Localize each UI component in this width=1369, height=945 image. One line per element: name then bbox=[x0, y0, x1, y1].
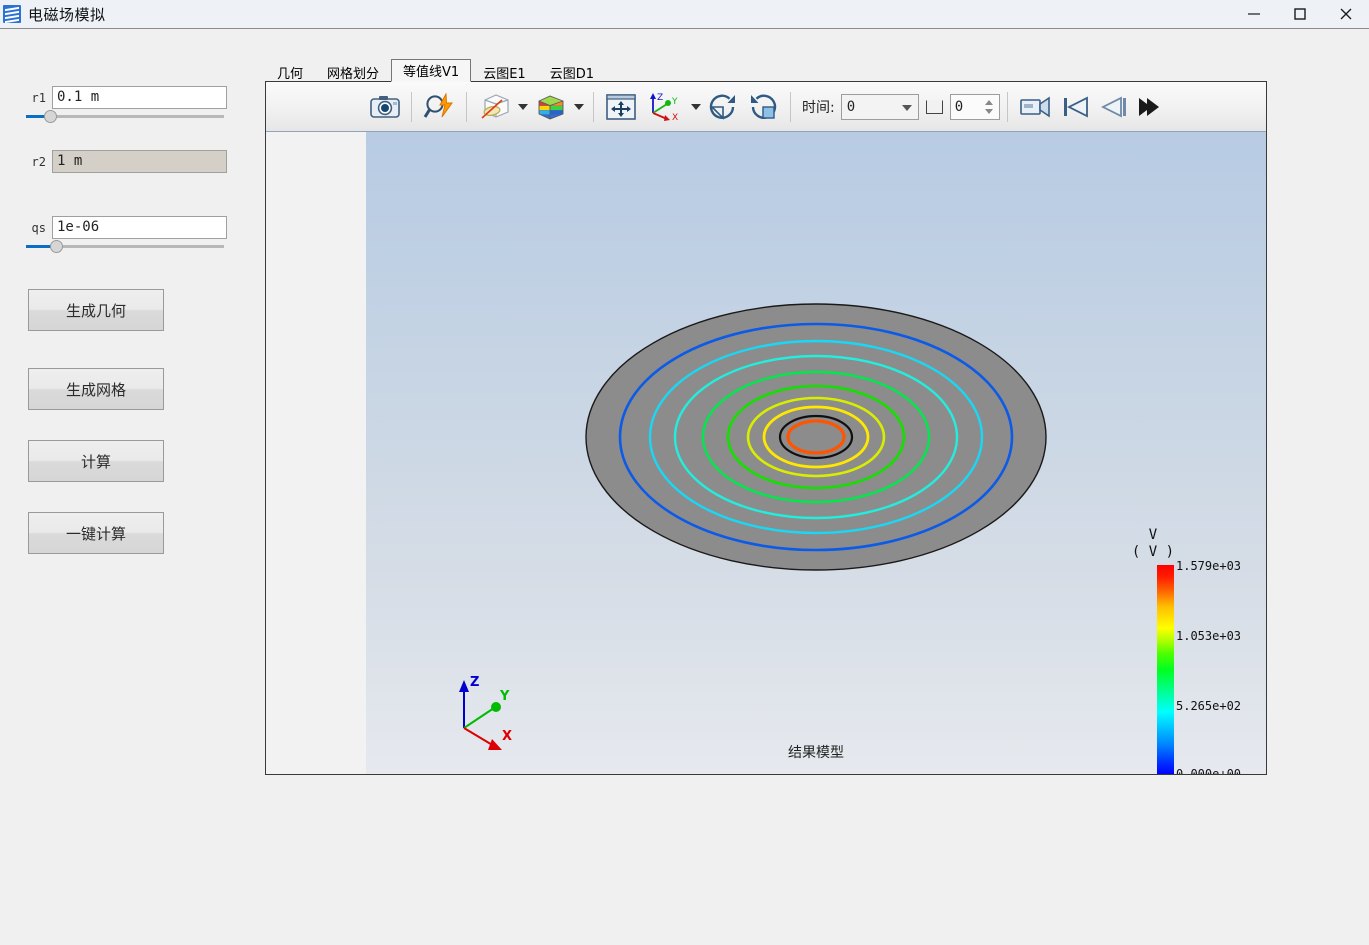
time-select-value: 0 bbox=[846, 98, 856, 115]
step-back-icon[interactable] bbox=[1095, 87, 1133, 127]
axes-orientation-icon[interactable]: Z Y X bbox=[641, 87, 689, 127]
chevron-down-icon bbox=[901, 104, 912, 111]
zoom-lightning-icon[interactable] bbox=[419, 87, 459, 127]
contour-outer-boundary bbox=[585, 303, 1047, 571]
viewer-toolbar: Z Y X 时间: 0 0 bbox=[266, 82, 1266, 132]
r1-slider[interactable] bbox=[26, 108, 224, 124]
colorbar-tick-max: 1.579e+03 bbox=[1176, 559, 1242, 573]
rotate-cw-icon[interactable] bbox=[703, 87, 743, 127]
frame-spinner-value: 0 bbox=[954, 98, 964, 115]
toolbar-separator bbox=[1006, 91, 1008, 122]
tab-cloud-d1[interactable]: 云图D1 bbox=[538, 61, 606, 82]
r1-input[interactable]: 0.1 m bbox=[52, 86, 227, 109]
svg-text:Y: Y bbox=[671, 97, 678, 107]
time-select[interactable]: 0 bbox=[840, 93, 919, 120]
cube-clip-dropdown-caret[interactable] bbox=[518, 103, 528, 110]
compute-button[interactable]: 计算 bbox=[28, 440, 164, 482]
svg-text:Z: Z bbox=[470, 675, 479, 690]
tab-bar: 几何 网格划分 等值线V1 云图E1 云图D1 bbox=[265, 59, 1267, 82]
generate-geometry-button[interactable]: 生成几何 bbox=[28, 289, 164, 331]
one-click-compute-button[interactable]: 一键计算 bbox=[28, 512, 164, 554]
toolbar-separator bbox=[593, 91, 594, 122]
tab-meshing[interactable]: 网格划分 bbox=[315, 61, 391, 82]
colored-cube-dropdown-caret[interactable] bbox=[574, 103, 584, 110]
colorbar-title-unit: ( V ) bbox=[1131, 544, 1175, 560]
time-label: 时间: bbox=[802, 99, 835, 116]
app-icon bbox=[3, 5, 21, 23]
skip-to-start-icon[interactable] bbox=[1057, 87, 1095, 127]
window-title: 电磁场模拟 bbox=[28, 5, 106, 24]
toolbar-separator bbox=[466, 91, 467, 122]
qs-slider[interactable] bbox=[26, 238, 224, 254]
time-range-button[interactable] bbox=[925, 99, 943, 114]
colorbar-legend: V ( V ) 1.579e+03 1.053e+03 5.265e+02 0.… bbox=[1130, 527, 1242, 774]
colorbar-title-quantity: V bbox=[1148, 527, 1158, 543]
window-controls bbox=[1231, 0, 1369, 29]
tab-contour-v1[interactable]: 等值线V1 bbox=[391, 59, 472, 82]
axes-dropdown-caret[interactable] bbox=[691, 103, 701, 110]
colored-cube-icon[interactable] bbox=[530, 87, 572, 127]
result-viewport-3d[interactable]: Z Y X V ( V ) 1.579e+03 1.053e+03 5.265e… bbox=[366, 132, 1266, 774]
svg-text:Y: Y bbox=[499, 689, 510, 704]
tab-cloud-e1[interactable]: 云图E1 bbox=[471, 61, 538, 82]
cube-clip-icon[interactable] bbox=[474, 87, 516, 127]
tab-geometry[interactable]: 几何 bbox=[265, 61, 315, 82]
play-reverse-icon[interactable] bbox=[1133, 87, 1163, 127]
left-control-panel: r1 0.1 m r2 1 m qs 1e-06 生成几何 生成网格 计算 一键… bbox=[0, 29, 255, 945]
colorbar-tick-min: 0.000e+00 bbox=[1176, 767, 1242, 774]
field-label-r2: r2 bbox=[31, 154, 46, 169]
field-label-r1: r1 bbox=[31, 90, 46, 105]
viewport-left-filler bbox=[266, 82, 366, 774]
qs-input[interactable]: 1e-06 bbox=[52, 216, 227, 239]
frame-spinner[interactable]: 0 bbox=[949, 93, 1000, 120]
generate-mesh-button[interactable]: 生成网格 bbox=[28, 368, 164, 410]
field-row-r1: r1 0.1 m bbox=[24, 86, 227, 109]
rotate-ccw-icon[interactable] bbox=[743, 87, 783, 127]
close-icon[interactable] bbox=[1323, 0, 1369, 29]
pan-icon[interactable] bbox=[601, 87, 641, 127]
field-row-r2: r2 1 m bbox=[24, 150, 227, 173]
svg-text:Z: Z bbox=[657, 93, 663, 103]
r2-input[interactable]: 1 m bbox=[52, 150, 227, 173]
field-row-qs: qs 1e-06 bbox=[24, 216, 227, 239]
r1-slider-thumb[interactable] bbox=[43, 110, 57, 123]
spinner-up-icon[interactable] bbox=[984, 99, 993, 105]
field-label-qs: qs bbox=[31, 220, 46, 235]
qs-slider-thumb[interactable] bbox=[49, 240, 63, 253]
colorbar-tick-high: 1.053e+03 bbox=[1176, 629, 1242, 643]
spinner-down-icon[interactable] bbox=[984, 108, 993, 114]
viewport-caption: 结果模型 bbox=[788, 745, 844, 761]
camera-icon[interactable] bbox=[366, 87, 404, 127]
result-content-panel: Z Y X 时间: 0 0 Z Y X V (V) 1.579e+03 1.… bbox=[265, 81, 1267, 775]
title-bar: 电磁场模拟 bbox=[0, 0, 1369, 29]
toolbar-separator bbox=[790, 91, 791, 122]
maximize-icon[interactable] bbox=[1277, 0, 1323, 29]
record-video-icon[interactable] bbox=[1015, 87, 1057, 127]
toolbar-separator bbox=[411, 91, 412, 122]
svg-text:X: X bbox=[672, 113, 678, 123]
colorbar-tick-mid: 5.265e+02 bbox=[1176, 699, 1242, 713]
minimize-icon[interactable] bbox=[1231, 0, 1277, 29]
